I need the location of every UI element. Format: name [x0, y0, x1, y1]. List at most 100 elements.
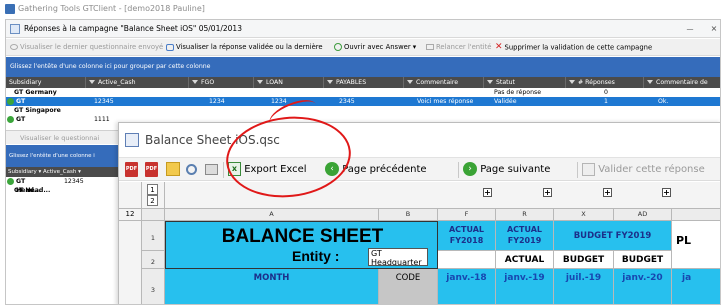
- row-header-3[interactable]: 3: [142, 269, 165, 304]
- filter-dropdown-icon[interactable]: [89, 80, 95, 84]
- col-subsidiary[interactable]: Subsidiary: [6, 77, 86, 88]
- filter-dropdown-icon[interactable]: [327, 80, 333, 84]
- select-all-cell[interactable]: [142, 209, 165, 221]
- outline-col-levels[interactable]: 12: [119, 209, 142, 221]
- next-month-cell[interactable]: ja: [672, 269, 720, 304]
- column-header-ad[interactable]: AD: [614, 209, 672, 221]
- arrow-right-icon: ›: [463, 162, 477, 176]
- filter-dropdown-icon[interactable]: [407, 80, 413, 84]
- close-button[interactable]: ×: [707, 20, 720, 38]
- expand-plus-icon[interactable]: +: [662, 188, 671, 197]
- col-payables[interactable]: PAYABLES: [324, 77, 404, 88]
- col-active-cash[interactable]: Active_Cash: [86, 77, 189, 88]
- actual-fy2019-header[interactable]: ACTUAL FY2019: [496, 221, 554, 251]
- expand-plus-icon[interactable]: +: [543, 188, 552, 197]
- minimize-button[interactable]: —: [683, 20, 697, 38]
- group-by-panel[interactable]: Glissez l'entête d'une colonne ici pour …: [6, 57, 720, 77]
- row-payables: 2345: [339, 98, 355, 105]
- expand-plus-icon[interactable]: +: [603, 188, 612, 197]
- filter-dropdown-icon[interactable]: [192, 80, 198, 84]
- table-row[interactable]: GT Germany Pas de réponse 0: [6, 88, 720, 97]
- secondary-group-hint: Glissez l'entête d'une colonne i: [9, 153, 95, 159]
- group-by-hint: Glissez l'entête d'une colonne ici pour …: [10, 63, 211, 70]
- previous-page-label: Page précédente: [342, 164, 427, 175]
- grid-header: Subsidiary Active_Cash FGO LOAN PAYABLES…: [6, 77, 720, 97]
- x-month-cell[interactable]: juil.-19: [554, 269, 614, 304]
- next-page-button[interactable]: › Page suivante: [463, 158, 550, 182]
- app-logo-icon: [5, 4, 15, 14]
- col-valid-comment[interactable]: Commentaire de valid: [644, 77, 720, 97]
- x-budget-sub[interactable]: BUDGET: [554, 251, 614, 269]
- column-header-f[interactable]: F: [438, 209, 496, 221]
- relaunch-entity-button[interactable]: Relancer l'entité: [426, 39, 491, 56]
- table-row[interactable]: GT Singapore: [6, 106, 720, 115]
- row-header-2[interactable]: 2: [142, 251, 165, 269]
- outline-row-levels: 1 2: [142, 182, 165, 209]
- row-subsidiary: GT Germany: [14, 89, 57, 96]
- status-ok-icon: [7, 177, 14, 185]
- search-icon: [186, 163, 197, 175]
- balance-sheet-toolbar: PDF PDF x Export Excel ‹ Page précédente…: [119, 157, 720, 182]
- list-item[interactable]: GT Head...: [6, 186, 122, 195]
- f-month-cell[interactable]: janv.-18: [438, 269, 496, 304]
- actual-fy2018-header[interactable]: ACTUAL FY2018: [438, 221, 496, 251]
- spreadsheet[interactable]: 1 2 + + + + + 12 A B F R X AD: [119, 182, 720, 304]
- col-status-label: Statut: [496, 79, 515, 86]
- campaign-responses-window: Réponses à la campagne "Balance Sheet iO…: [5, 19, 721, 305]
- column-header-next[interactable]: [672, 209, 720, 221]
- code-label-cell[interactable]: CODE: [379, 269, 438, 304]
- table-row-selected[interactable]: GT Headquarters 12345 1234 1234 2345 Voi…: [6, 97, 720, 114]
- column-header-r[interactable]: R: [496, 209, 554, 221]
- eye-icon: [10, 44, 18, 50]
- edit-button[interactable]: [166, 158, 180, 182]
- column-header-b[interactable]: B: [379, 209, 438, 221]
- secondary-group-panel[interactable]: Glissez l'entête d'une colonne i: [6, 145, 122, 167]
- status-ok-icon: [7, 97, 14, 105]
- ad-budget-sub[interactable]: BUDGET: [614, 251, 672, 269]
- outline-level-2[interactable]: 2: [147, 195, 158, 206]
- r-actual-sub[interactable]: ACTUAL: [496, 251, 554, 269]
- entity-value[interactable]: GT Headquarter: [368, 248, 428, 266]
- export-pdf-alt-button[interactable]: PDF: [145, 158, 158, 182]
- balance-sheet-title-bar: Balance Sheet iOS.qsc: [119, 123, 720, 157]
- filter-dropdown-icon[interactable]: [257, 80, 263, 84]
- filter-dropdown-icon[interactable]: [569, 80, 575, 84]
- r-header-2: FY2019: [507, 236, 542, 245]
- remove-validation-button[interactable]: ✕ Supprimer la validation de cette campag…: [495, 39, 652, 56]
- pdf-icon: PDF: [145, 161, 158, 177]
- outline-corner: [119, 182, 142, 209]
- pl-partial-header[interactable]: PL: [672, 221, 720, 269]
- validate-response-button[interactable]: Valider cette réponse: [582, 158, 705, 182]
- row-header-1[interactable]: 1: [142, 221, 165, 251]
- column-header-x[interactable]: X: [554, 209, 614, 221]
- outline-col-2[interactable]: 2: [130, 210, 134, 218]
- col-responses[interactable]: # Réponses: [566, 77, 644, 88]
- view-validated-button[interactable]: Visualiser la réponse validée ou la dern…: [166, 39, 323, 56]
- col-loan[interactable]: LOAN: [254, 77, 324, 88]
- f-row2-cell[interactable]: [438, 251, 496, 269]
- view-last-questionnaire-button[interactable]: Visualiser le dernier questionnaire envo…: [10, 39, 163, 56]
- open-with-label: Ouvrir avec Answer: [344, 43, 411, 51]
- col-comment[interactable]: Commentaire: [404, 77, 484, 88]
- export-pdf-button[interactable]: PDF: [125, 158, 138, 182]
- col-status[interactable]: Statut: [484, 77, 566, 88]
- filter-dropdown-icon[interactable]: [487, 80, 493, 84]
- secondary-toolbar[interactable]: Visualiser le questionnai: [6, 130, 122, 144]
- outline-level-1[interactable]: 1: [147, 184, 158, 195]
- refresh-icon: [334, 43, 342, 51]
- expand-plus-icon[interactable]: +: [483, 188, 492, 197]
- month-label-cell[interactable]: MONTH: [165, 269, 379, 304]
- col-fgo[interactable]: FGO: [189, 77, 254, 88]
- ad-month-cell[interactable]: janv.-20: [614, 269, 672, 304]
- open-with-answer-button[interactable]: Ouvrir avec Answer ▾: [334, 39, 416, 56]
- filter-dropdown-icon[interactable]: [647, 80, 653, 84]
- column-header-a[interactable]: A: [165, 209, 379, 221]
- outline-row-gutter: [119, 221, 142, 304]
- budget-fy2019-header[interactable]: BUDGET FY2019: [554, 221, 672, 251]
- r-month-cell[interactable]: janv.-19: [496, 269, 554, 304]
- balance-sheet-title-cell[interactable]: BALANCE SHEET Entity : GT Headquarter: [165, 221, 438, 269]
- row-fgo: 1234: [209, 98, 225, 105]
- search-button[interactable]: [186, 158, 197, 182]
- print-button[interactable]: [205, 158, 218, 182]
- list-item[interactable]: GT Head... 12345: [6, 177, 122, 194]
